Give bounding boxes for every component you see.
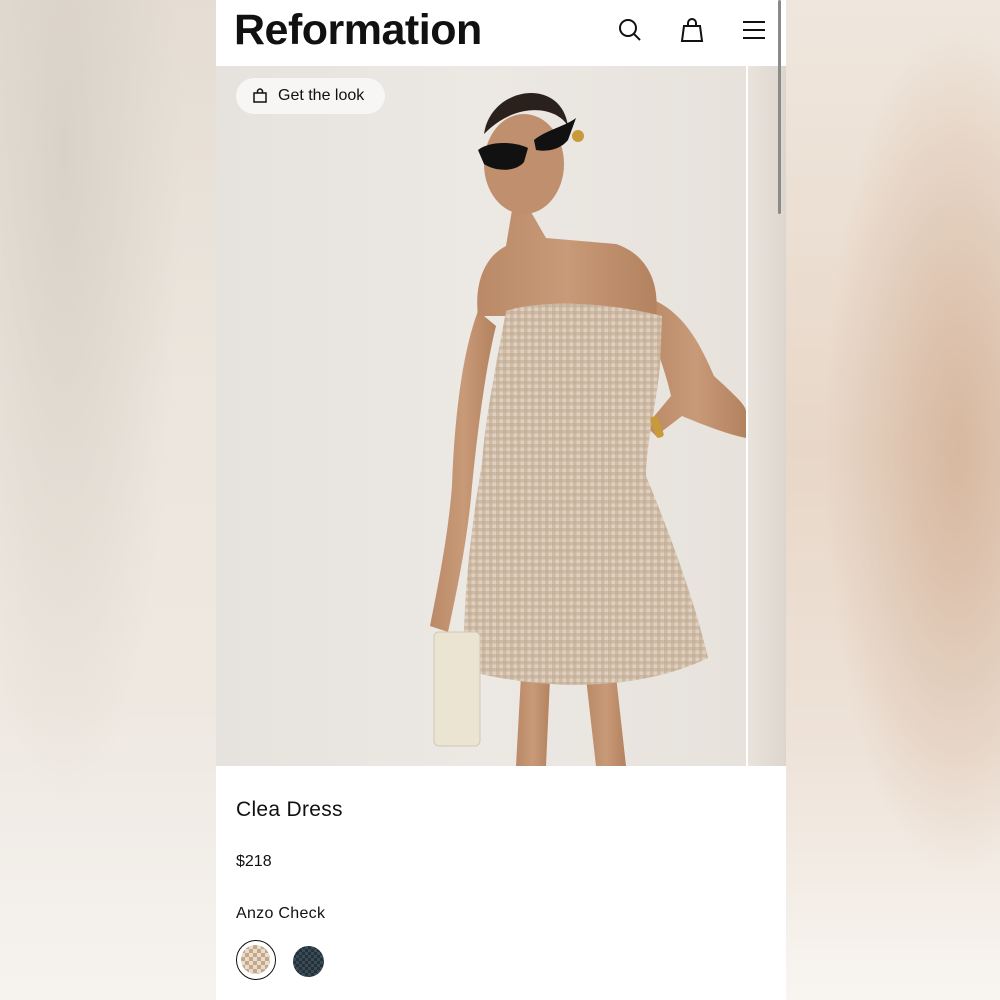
background-left (0, 0, 216, 1000)
brand-logo[interactable]: Reformation (234, 6, 482, 54)
product-title: Clea Dress (236, 798, 343, 821)
scrollbar[interactable] (778, 0, 781, 214)
swatch-anzo-check[interactable] (236, 940, 276, 980)
get-the-look-button[interactable]: Get the look (236, 78, 386, 114)
product-price: $218 (236, 853, 272, 870)
get-the-look-label: Get the look (278, 87, 365, 104)
swatch-dark-check[interactable] (293, 946, 324, 977)
background-right (786, 0, 1000, 1000)
product-image[interactable]: Get the look (216, 66, 746, 766)
color-name: Anzo Check (236, 905, 326, 922)
bag-icon (252, 88, 268, 104)
site-header: Reformation (216, 0, 786, 66)
search-icon[interactable] (615, 15, 645, 45)
bag-icon[interactable] (677, 15, 707, 45)
menu-icon[interactable] (739, 15, 769, 45)
phone-screen: Reformation Get the look Clea Dress $218… (216, 0, 786, 1000)
swatch-fill (241, 945, 270, 974)
model-photo (430, 92, 746, 766)
product-info: Clea Dress $218 Anzo Check (216, 766, 786, 1000)
